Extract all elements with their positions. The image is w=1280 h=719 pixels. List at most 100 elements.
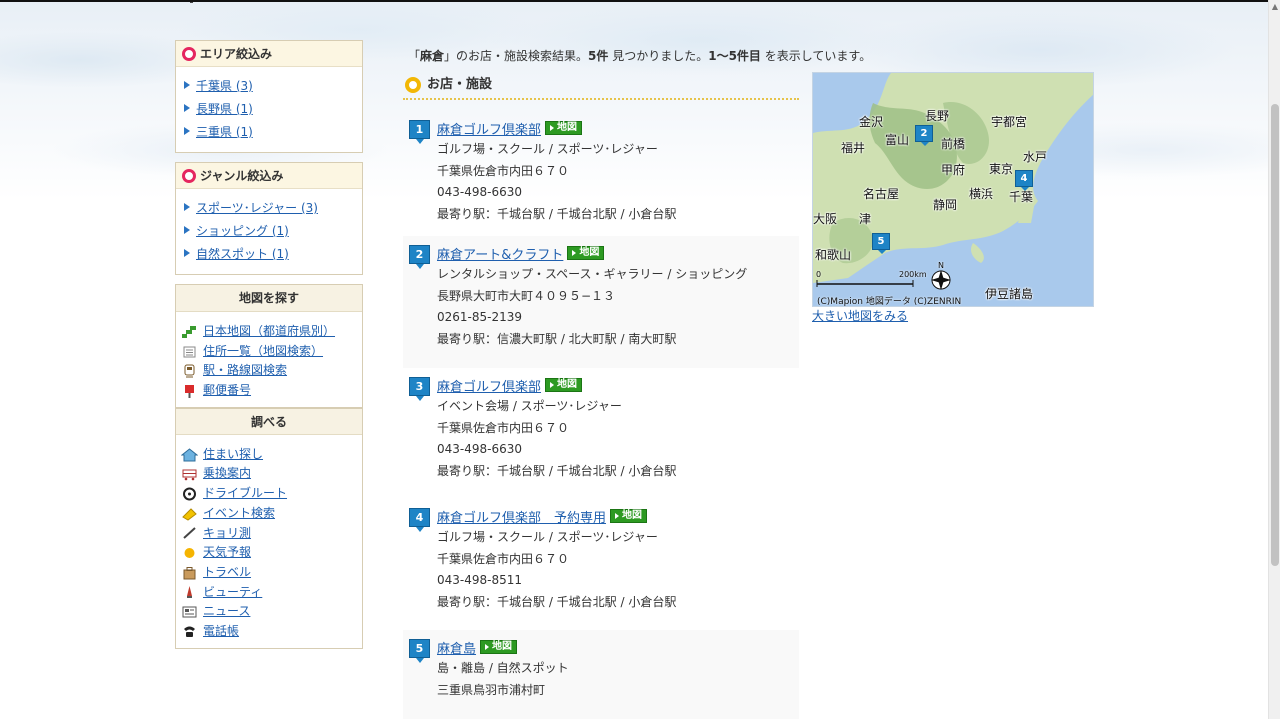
research-link-travel[interactable]: トラベル [203, 563, 251, 583]
genre-filter-list: スポーツ･レジャー (3) ショッピング (1) 自然スポット (1) [176, 189, 362, 274]
map-pin-2[interactable]: 2 [915, 125, 933, 146]
area-filter-link-nagano[interactable]: 長野県 (1) [196, 102, 253, 116]
map-pin-5[interactable]: 5 [872, 233, 890, 254]
map-search-box: 地図を探す 日本地図（都道府県別） 住所一覧（地図検索） 駅・路線図検索 郵便番… [175, 284, 363, 408]
listing-name-row: 麻倉島 地図 [437, 636, 799, 658]
map-button-label: 地図 [492, 641, 513, 652]
big-map-link[interactable]: 大きい地図をみる [812, 307, 908, 324]
map-city-label: 津 [859, 212, 872, 226]
map-city-label: 甲府 [941, 163, 966, 177]
genre-filter-link-sports[interactable]: スポーツ･レジャー (3) [196, 201, 318, 215]
shops-section-title: お店・施設 [427, 77, 493, 92]
newspaper-icon [181, 605, 198, 619]
map-city-label: 水戸 [1023, 150, 1048, 164]
research-item-event: イベント検索 [181, 504, 362, 524]
research-link-phonebook[interactable]: 電話帳 [203, 622, 239, 642]
triangle-bullet-icon [184, 226, 190, 234]
listing-category: レンタルショップ・スペース・ギャラリー / ショッピング [437, 267, 748, 281]
map-button-label: 地図 [557, 379, 578, 390]
yellow-ring-icon [405, 77, 421, 93]
shops-section-header: お店・施設 [403, 74, 799, 100]
map-search-item-japan: 日本地図（都道府県別） [181, 322, 362, 342]
sun-icon [181, 546, 198, 560]
japan-map-icon [181, 325, 198, 339]
map-city-label: 静岡 [933, 198, 958, 212]
listing-name-row: 麻倉ゴルフ倶楽部 地図 [437, 374, 799, 396]
play-arrow-icon [550, 125, 555, 131]
map-search-link-japan[interactable]: 日本地図（都道府県別） [203, 322, 335, 342]
research-item-weather: 天気予報 [181, 543, 362, 563]
listing-name-link[interactable]: 麻倉ゴルフ倶楽部 [437, 119, 541, 138]
map-button-label: 地図 [622, 510, 643, 521]
listing-list: 1 麻倉ゴルフ倶楽部 地図 ゴルフ場・スクール / スポーツ･レジャー 千葉県佐… [403, 112, 799, 719]
map-city-label: 大阪 [813, 212, 838, 226]
result-summary-open-quote: 「 [408, 49, 421, 63]
play-arrow-icon [550, 382, 555, 388]
genre-filter-link-nature[interactable]: 自然スポット (1) [196, 247, 289, 261]
genre-filter-item-shopping: ショッピング (1) [184, 220, 362, 243]
genre-filter-item-nature: 自然スポット (1) [184, 243, 362, 266]
result-summary-text: 」のお店・施設検索結果。 [444, 49, 589, 63]
listing-address: 三重県鳥羽市浦村町 [437, 682, 546, 697]
research-link-news[interactable]: ニュース [203, 602, 250, 622]
scroll-up-arrow-icon[interactable]: ▲ [1269, 0, 1280, 14]
result-map[interactable]: 金沢 長野 宇都宮 富山 前橋 福井 水戸 東京 甲府 名古屋 横浜 千葉 静岡… [812, 72, 1094, 307]
map-city-label: 富山 [885, 133, 910, 147]
map-scale-zero: 0 [816, 270, 822, 279]
listing-name-link[interactable]: 麻倉ゴルフ倶楽部 [437, 376, 541, 395]
map-search-item-station: 駅・路線図検索 [181, 361, 362, 381]
genre-filter-item-sports: スポーツ･レジャー (3) [184, 197, 362, 220]
red-ring-icon [182, 169, 196, 183]
search-keyword: 麻倉 [420, 49, 445, 63]
transfer-train-icon [181, 467, 198, 481]
triangle-bullet-icon [184, 249, 190, 257]
map-search-link-address[interactable]: 住所一覧（地図検索） [203, 342, 323, 362]
train-icon [181, 364, 198, 378]
area-filter-header: エリア絞込み [176, 41, 362, 67]
play-arrow-icon [615, 513, 620, 519]
result-range: 1～5件目 [708, 49, 761, 63]
map-button[interactable]: 地図 [545, 378, 583, 392]
scrollbar-thumb[interactable] [1271, 104, 1279, 566]
map-terrain [813, 73, 1093, 290]
listing-name-link[interactable]: 麻倉アート&クラフト [437, 244, 563, 263]
listing-name-link[interactable]: 麻倉島 [437, 638, 476, 657]
research-item-beauty: ビューティ [181, 583, 362, 603]
triangle-bullet-icon [184, 203, 190, 211]
listing-category: ゴルフ場・スクール / スポーツ･レジャー [437, 530, 658, 544]
listing-name-row: 麻倉ゴルフ倶楽部 地図 [437, 117, 799, 139]
map-search-link-postal[interactable]: 郵便番号 [203, 381, 251, 401]
map-button[interactable]: 地図 [610, 509, 648, 523]
map-city-label: 和歌山 [815, 248, 852, 262]
research-link-transfer[interactable]: 乗換案内 [203, 464, 251, 484]
research-link-distance[interactable]: キョリ測 [203, 524, 251, 544]
map-search-list: 日本地図（都道府県別） 住所一覧（地図検索） 駅・路線図検索 郵便番号 [176, 312, 362, 407]
research-link-weather[interactable]: 天気予報 [203, 543, 251, 563]
page-scrollbar[interactable]: ▲ [1268, 0, 1280, 719]
genre-filter-link-shopping[interactable]: ショッピング (1) [196, 224, 289, 238]
map-pin-4[interactable]: 4 [1015, 170, 1033, 191]
area-filter-link-mie[interactable]: 三重県 (1) [196, 125, 253, 139]
map-button[interactable]: 地図 [545, 121, 583, 135]
listing-number-pin-2: 2 [409, 245, 430, 269]
beauty-icon [181, 585, 198, 599]
map-button-label: 地図 [557, 122, 578, 133]
research-link-beauty[interactable]: ビューティ [203, 583, 262, 603]
top-border-mark [190, 2, 193, 3]
listing-station: 最寄り駅：信濃大町駅 / 北大町駅 / 南大町駅 [437, 331, 677, 346]
area-filter-link-chiba[interactable]: 千葉県 (3) [196, 79, 253, 93]
map-city-label: 福井 [841, 141, 866, 155]
listing-item: 5 麻倉島 地図 島・離島 / 自然スポット 三重県鳥羽市浦村町 [403, 630, 799, 719]
map-search-link-station[interactable]: 駅・路線図検索 [203, 361, 287, 381]
phone-icon [181, 625, 198, 639]
research-list: 住まい探し 乗換案内 ドライブルート イベント検索 キョリ測 天気予報 トラベル… [176, 435, 362, 648]
listing-name-link[interactable]: 麻倉ゴルフ倶楽部 予約専用 [437, 507, 606, 526]
event-ticket-icon [181, 507, 198, 521]
triangle-bullet-icon [184, 81, 190, 89]
research-link-drive[interactable]: ドライブルート [203, 484, 287, 504]
map-button[interactable]: 地図 [480, 640, 518, 654]
map-button[interactable]: 地図 [567, 246, 605, 260]
research-link-housing[interactable]: 住まい探し [203, 445, 263, 465]
genre-filter-header: ジャンル絞込み [176, 163, 362, 189]
research-link-event[interactable]: イベント検索 [203, 504, 275, 524]
